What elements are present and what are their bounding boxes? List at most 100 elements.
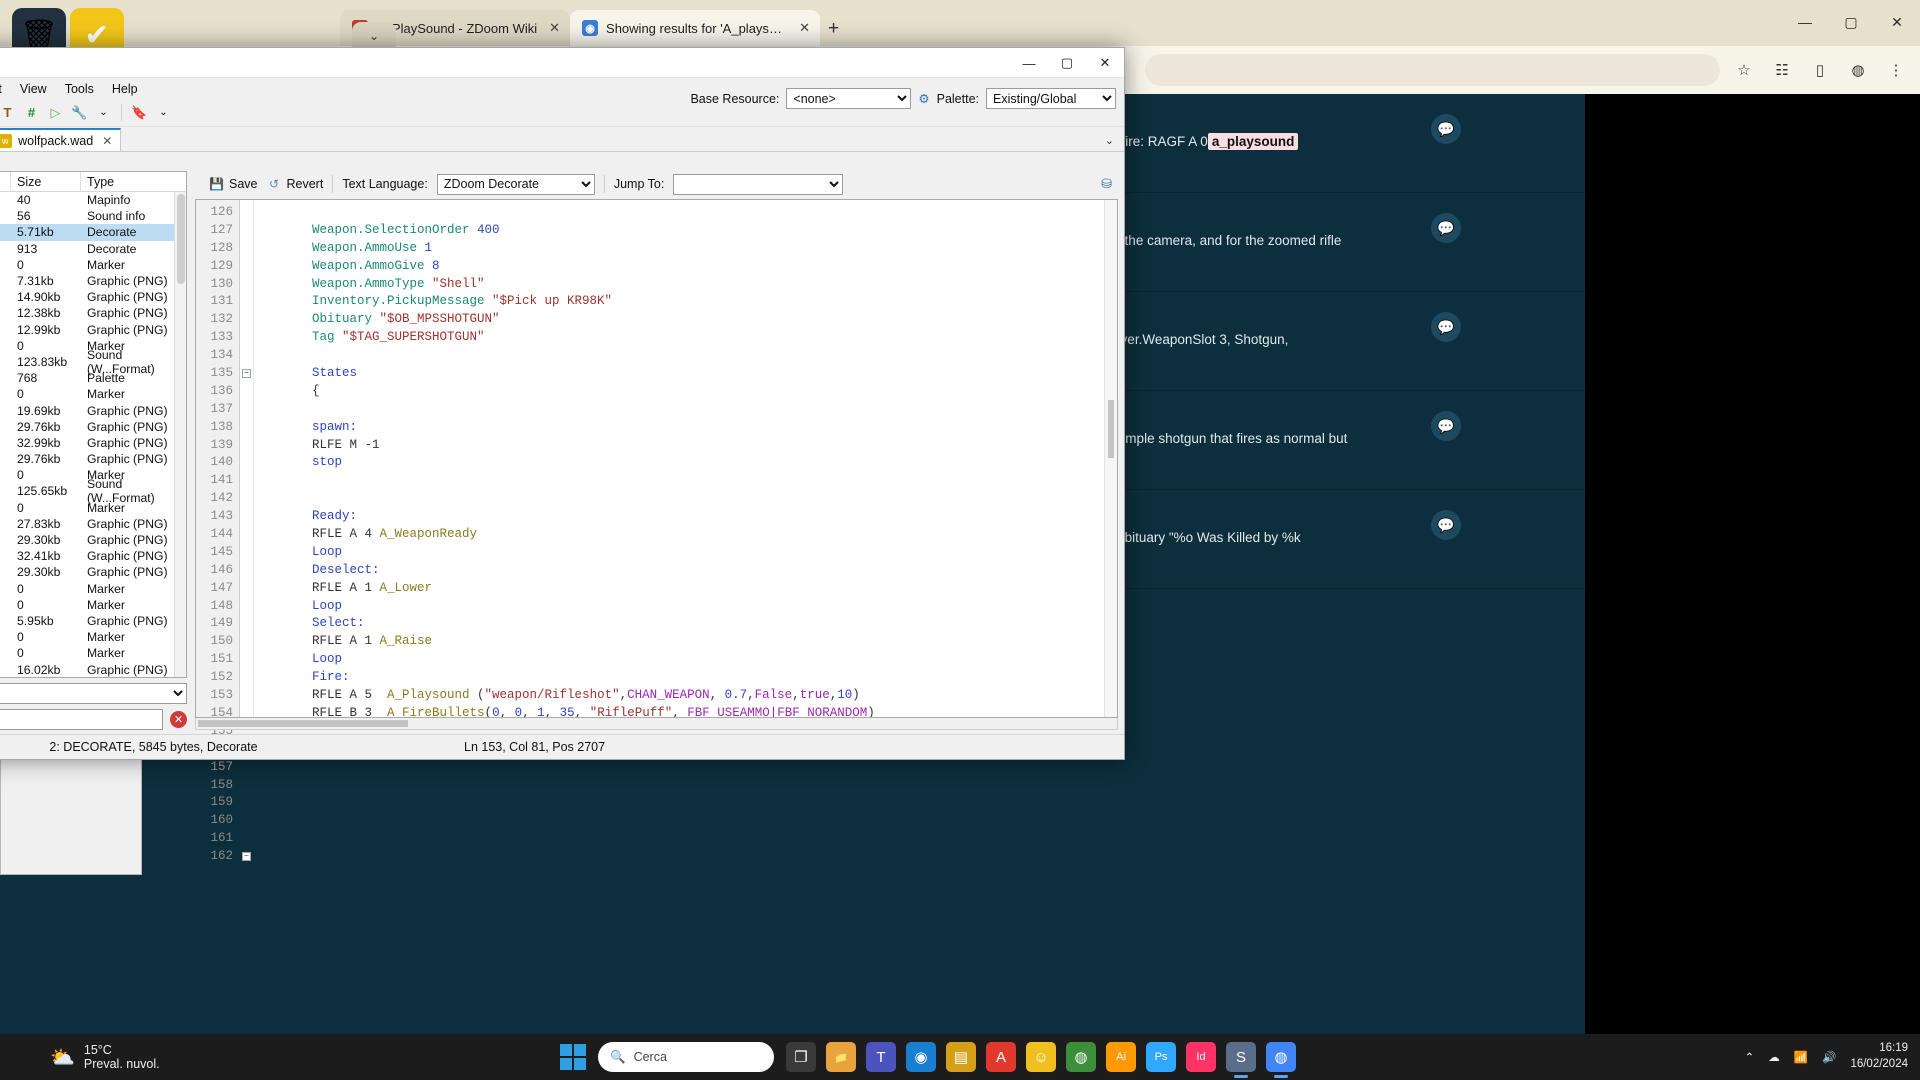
wifi-icon[interactable]: 📶 (1794, 1050, 1808, 1064)
profile-avatar[interactable]: ◍ (1844, 56, 1872, 84)
table-row[interactable]: ◉S_START0Marker (0, 257, 186, 273)
taskbar-app-task-view[interactable]: ❐ (786, 1042, 816, 1072)
tab-search-caret-icon[interactable]: ⌄ (352, 22, 396, 50)
table-row[interactable]: PMASCE05.95kbGraphic (PNG) (0, 613, 186, 629)
taskbar-app-acrobat[interactable]: A (986, 1042, 1016, 1072)
code-line[interactable] (254, 347, 1117, 365)
table-row[interactable]: PMASCB029.30kbGraphic (PNG) (0, 532, 186, 548)
table-row[interactable]: ≡SNDINFO56Sound info (0, 208, 186, 224)
table-row[interactable]: {}DECORATE913Decorate (0, 241, 186, 257)
show-select[interactable]: All (0, 683, 187, 704)
code-line[interactable]: RFLE B 3 A_FireBullets(0, 0, 1, 35, "Rif… (254, 705, 1117, 717)
table-row[interactable]: PPLUGD029.76kbGraphic (PNG) (0, 451, 186, 467)
address-bar[interactable] (1145, 54, 1720, 86)
search-box[interactable]: 🔍 Cerca (598, 1042, 774, 1072)
run-archive-icon[interactable]: ▷ (45, 102, 66, 123)
table-row[interactable]: PMASCA027.83kbGraphic (PNG) (0, 516, 186, 532)
volume-icon[interactable]: 🔊 (1822, 1050, 1836, 1064)
table-row[interactable]: 🔊DSPUNCH123.83kbSound (W...Format) (0, 348, 186, 376)
tabs-overflow-caret-icon[interactable]: ⌄ (1105, 134, 1114, 147)
code-line[interactable]: RLFE M -1 (254, 437, 1117, 455)
taskbar-app-chrome-browser[interactable]: ◍ (1066, 1042, 1096, 1072)
menu-help[interactable]: Help (103, 80, 147, 98)
code-line[interactable] (254, 490, 1117, 508)
clear-filter-icon[interactable]: ✕ (170, 711, 187, 728)
table-row[interactable]: ◉SS_END0Marker (0, 629, 186, 645)
code-line[interactable]: RFLE A 1 A_Raise (254, 633, 1117, 651)
code-line[interactable]: Loop (254, 651, 1117, 669)
code-line[interactable]: { (254, 383, 1117, 401)
code-line[interactable]: Loop (254, 544, 1117, 562)
preferences-icon[interactable]: 🔧 (69, 102, 90, 123)
code-vertical-scrollbar[interactable] (1104, 200, 1117, 717)
tray-chevron-icon[interactable]: ⌃ (1745, 1050, 1755, 1064)
column-header-name[interactable]: Name (0, 172, 11, 191)
code-line[interactable]: Fire: (254, 669, 1117, 687)
bookmark-star-icon[interactable]: ☆ (1730, 56, 1758, 84)
table-row[interactable]: PMASCC032.41kbGraphic (PNG) (0, 548, 186, 564)
table-row[interactable]: PLAYPAL768Palette (0, 370, 186, 386)
table-row[interactable]: PKNIFC012.38kbGraphic (PNG) (0, 305, 186, 321)
taskbar-app-microsoft-teams[interactable]: T (866, 1042, 896, 1072)
table-row[interactable]: ◉SS_START0Marker (0, 500, 186, 516)
code-line[interactable]: Weapon.AmmoGive 8 (254, 258, 1117, 276)
close-icon[interactable]: ✕ (549, 20, 560, 36)
taskbar-app-illustrator[interactable]: Ai (1106, 1042, 1136, 1072)
table-row[interactable]: ≡MAPINFO40Mapinfo (0, 192, 186, 208)
browser-menu-icon[interactable]: ⋮ (1882, 56, 1910, 84)
browser-tab-search-results[interactable]: ◉ Showing results for 'A_playsound' ✕ (570, 10, 821, 46)
minimize-button[interactable]: — (1782, 0, 1828, 44)
new-tab-button[interactable]: + (828, 18, 839, 40)
gear-icon[interactable]: ⚙ (918, 91, 929, 106)
filter-input[interactable] (0, 709, 163, 730)
word-wrap-icon[interactable]: ⛁ (1101, 176, 1112, 192)
code-line[interactable]: States (254, 365, 1117, 383)
code-line[interactable]: Inventory.PickupMessage "$Pick up KR98K" (254, 293, 1117, 311)
code-horizontal-scrollbar[interactable] (195, 718, 1118, 730)
table-row[interactable]: PKNIFB014.90kbGraphic (PNG) (0, 289, 186, 305)
bookmarks-caret-icon[interactable]: ⌄ (153, 102, 174, 123)
cloud-icon[interactable]: ☁ (1768, 1050, 1780, 1064)
code-line[interactable]: Loop (254, 598, 1117, 616)
taskbar-app-chrome-running[interactable]: ◍ (1266, 1042, 1296, 1072)
start-button[interactable] (560, 1044, 586, 1070)
slade-window[interactable]: — ▢ ✕ Archive Entry Text View Tools Help… (0, 47, 1125, 863)
map-editor-icon[interactable]: # (21, 102, 42, 123)
code-line[interactable]: Select: (254, 615, 1117, 633)
palette-select[interactable]: Existing/Global (986, 88, 1116, 109)
jump-to-select[interactable] (673, 173, 844, 195)
menu-view[interactable]: View (11, 80, 56, 98)
code-line[interactable] (254, 401, 1117, 419)
table-row[interactable]: PMASCD029.30kbGraphic (PNG) (0, 564, 186, 580)
maximize-button[interactable]: ▢ (1048, 48, 1086, 78)
close-icon[interactable]: ✕ (102, 134, 112, 148)
weather-widget[interactable]: ⛅ 15°C Preval. nuvol. (0, 1043, 560, 1071)
table-row[interactable]: PKNIFA07.31kbGraphic (PNG) (0, 273, 186, 289)
code-line[interactable]: Ready: (254, 508, 1117, 526)
code-line[interactable] (254, 472, 1117, 490)
code-line[interactable]: RFLE A 1 A_Lower (254, 580, 1117, 598)
table-row[interactable]: PKNIFD012.99kbGraphic (PNG) (0, 322, 186, 338)
table-row[interactable]: PPLUGB029.76kbGraphic (PNG) (0, 419, 186, 435)
taskbar-app-photoshop[interactable]: Ps (1146, 1042, 1176, 1072)
column-header-size[interactable]: Size (11, 172, 81, 191)
table-row[interactable]: PRFLEA016.02kbGraphic (PNG) (0, 661, 186, 677)
table-row[interactable]: PPLUGA019.69kbGraphic (PNG) (0, 402, 186, 418)
table-row[interactable]: PPLUGC032.99kbGraphic (PNG) (0, 435, 186, 451)
close-button[interactable]: ✕ (1874, 0, 1920, 44)
menu-tools[interactable]: Tools (56, 80, 103, 98)
tab-wolfpack-wad[interactable]: w wolfpack.wad ✕ (0, 128, 122, 151)
taskbar-app-store[interactable]: ▤ (946, 1042, 976, 1072)
close-icon[interactable]: ✕ (799, 20, 810, 36)
code-line[interactable]: Weapon.SelectionOrder 400 (254, 222, 1117, 240)
reading-list-icon[interactable]: ☷ (1768, 56, 1796, 84)
fold-margin[interactable] (240, 200, 254, 717)
clock[interactable]: 16:19 16/02/2024 (1850, 1041, 1908, 1072)
code-line[interactable]: Tag "$TAG_SUPERSHOTGUN" (254, 329, 1117, 347)
code-line[interactable]: Weapon.AmmoUse 1 (254, 240, 1117, 258)
code-editor[interactable]: 126 127 128 129 130 131 132 133 134 135−136 137 138… (195, 199, 1118, 863)
minimize-button[interactable]: — (1010, 48, 1048, 78)
entry-list-scrollbar[interactable] (174, 192, 186, 677)
code-line[interactable]: spawn: (254, 419, 1117, 437)
fold-toggle-icon[interactable]: − (242, 369, 251, 379)
